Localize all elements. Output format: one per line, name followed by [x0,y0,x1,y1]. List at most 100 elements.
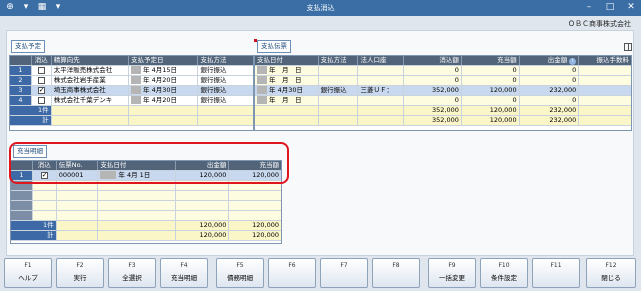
count-label: 1件 [11,221,57,230]
schedule-header: 消込 精算向先 支払予定日 支払方法 [10,56,253,66]
total-row: 352,000 120,000 232,000 [255,116,631,126]
f3-select-all-button[interactable]: F3 全選択 [108,258,156,288]
close-icon[interactable]: ✕ [625,1,637,14]
table-row[interactable]: 年 月 日 0 0 0 [255,66,631,76]
date-cell: 年 4月30日 [269,86,303,94]
col-header: 法人口座 [358,56,405,65]
partner-cell: 埼玉商事株式会社 [52,86,130,95]
col-header: 消込 [32,56,52,65]
highlight-frame [9,142,289,184]
f8-button[interactable]: F8 [372,258,420,288]
f6-button[interactable]: F6 [268,258,316,288]
row-number: 2 [10,76,32,85]
company-name: ＯＢＣ商事株式会社 [568,20,631,28]
empty-row[interactable] [11,191,281,201]
f4-applied-detail-button[interactable]: F4 充当明細 [160,258,208,288]
f7-button[interactable]: F7 [320,258,368,288]
empty-row[interactable] [11,201,281,211]
count-row: 1件 120,000 120,000 [11,221,281,231]
account-cell: 三菱ＵＦ： [358,86,405,95]
total-applied: 120,000 [462,116,520,125]
table-row[interactable]: 年 月 日 0 0 0 [255,76,631,86]
slip-grid: 支払日付 支払方法 法人口座 消込額 充当額 出金額 i 振込手数料 年 月 日… [254,55,632,131]
partner-cell: 太平洋販売株式会社 [52,66,130,75]
slip-header: 支払日付 支払方法 法人口座 消込額 充当額 出金額 i 振込手数料 [255,56,631,66]
count-applied: 120,000 [252,221,279,229]
table-row[interactable]: 3 埼玉商事株式会社 年 4月30日 銀行振込 [10,86,253,96]
table-row[interactable]: 年 月 日 0 0 0 [255,96,631,106]
payment-cell: 0 [520,96,580,105]
consumed-cell: 352,000 [404,86,462,95]
required-marker [254,39,257,42]
empty-row[interactable] [11,211,281,221]
date-cell: 年 4月20日 [143,96,178,104]
applied-cell: 0 [462,66,520,75]
count-payment: 232,000 [520,106,580,115]
total-label: 計 [10,116,52,125]
section-payment-slip: 支払伝票 [257,40,291,53]
account-cell [358,76,405,85]
col-header: 支払方法 [200,56,227,64]
consumed-cell: 0 [404,96,462,105]
col-header: 出金額 [547,56,568,64]
account-cell [358,96,405,105]
date-cell: 年 月 日 [269,96,302,104]
col-header: 充当額 [462,56,520,65]
info-icon[interactable]: i [569,58,577,65]
method-cell: 銀行振込 [200,66,227,74]
row-number: 3 [10,86,32,95]
title-bar: ⊕ ▾ ▦ ▾ 支払消込 – □ ✕ [0,0,641,16]
payment-cell: 0 [520,66,580,75]
table-row[interactable]: 2 株式会社岩手産業 年 4月20日 銀行振込 [10,76,253,86]
total-row: 計 [10,116,253,126]
count-applied: 120,000 [462,106,520,115]
method-cell [319,96,359,105]
method-cell: 銀行振込 [200,76,227,84]
fee-cell [579,96,631,105]
table-row[interactable]: 年 4月30日 銀行振込 三菱ＵＦ： 352,000 120,000 232,0… [255,86,631,96]
consume-checkbox[interactable] [37,86,45,94]
total-row: 計 120,000 120,000 [11,231,281,241]
count-payment: 120,000 [176,221,230,230]
f9-bulk-change-button[interactable]: F9 一括変更 [428,258,476,288]
row-number: 1 [10,66,32,75]
f12-close-button[interactable]: F12 閉じる [586,258,636,288]
col-header: 精算向先 [52,56,130,65]
table-row[interactable]: 1 太平洋販売株式会社 年 4月15日 銀行振込 [10,66,253,76]
section-payment-schedule: 支払予定 [11,40,45,53]
date-cell: 年 4月30日 [143,86,178,94]
consume-checkbox[interactable] [37,66,45,74]
count-row: 352,000 120,000 232,000 [255,106,631,116]
method-cell: 銀行振込 [200,96,227,104]
applied-cell: 0 [462,96,520,105]
date-cell: 年 月 日 [269,66,302,74]
f1-help-button[interactable]: F1 ヘルプ [4,258,52,288]
f10-conditions-button[interactable]: F10 条件設定 [480,258,528,288]
table-row[interactable]: 4 株式会社千葉デンキ 年 4月20日 銀行振込 [10,96,253,106]
method-cell: 銀行振込 [319,86,359,95]
count-consumed: 352,000 [404,106,462,115]
account-cell [358,66,405,75]
col-header: 消込額 [404,56,462,65]
consumed-cell: 0 [404,66,462,75]
function-key-bar: F1 ヘルプ F2 実行 F3 全選択 F4 充当明細 F5 債務明細 F6 F7 F8 … [0,258,641,291]
consume-checkbox[interactable] [37,76,45,84]
f11-button[interactable]: F11 [532,258,580,288]
total-consumed: 352,000 [404,116,462,125]
total-payment: 120,000 [176,231,230,240]
col-header: 支払日付 [255,56,319,65]
minimize-icon[interactable]: – [583,1,595,14]
col-header: 支払方法 [319,56,359,65]
count-row: 1件 [10,106,253,116]
applied-cell: 120,000 [462,86,520,95]
f2-execute-button[interactable]: F2 実行 [56,258,104,288]
consume-checkbox[interactable] [37,96,45,104]
date-cell: 年 月 日 [269,76,302,84]
panel-toggle-icon[interactable] [624,43,632,51]
row-number: 4 [10,96,32,105]
f5-liability-detail-button[interactable]: F5 債務明細 [216,258,264,288]
consumed-cell: 0 [404,76,462,85]
partner-cell: 株式会社千葉デンキ [52,96,130,105]
maximize-icon[interactable]: □ [604,1,616,14]
fee-cell [579,86,631,95]
